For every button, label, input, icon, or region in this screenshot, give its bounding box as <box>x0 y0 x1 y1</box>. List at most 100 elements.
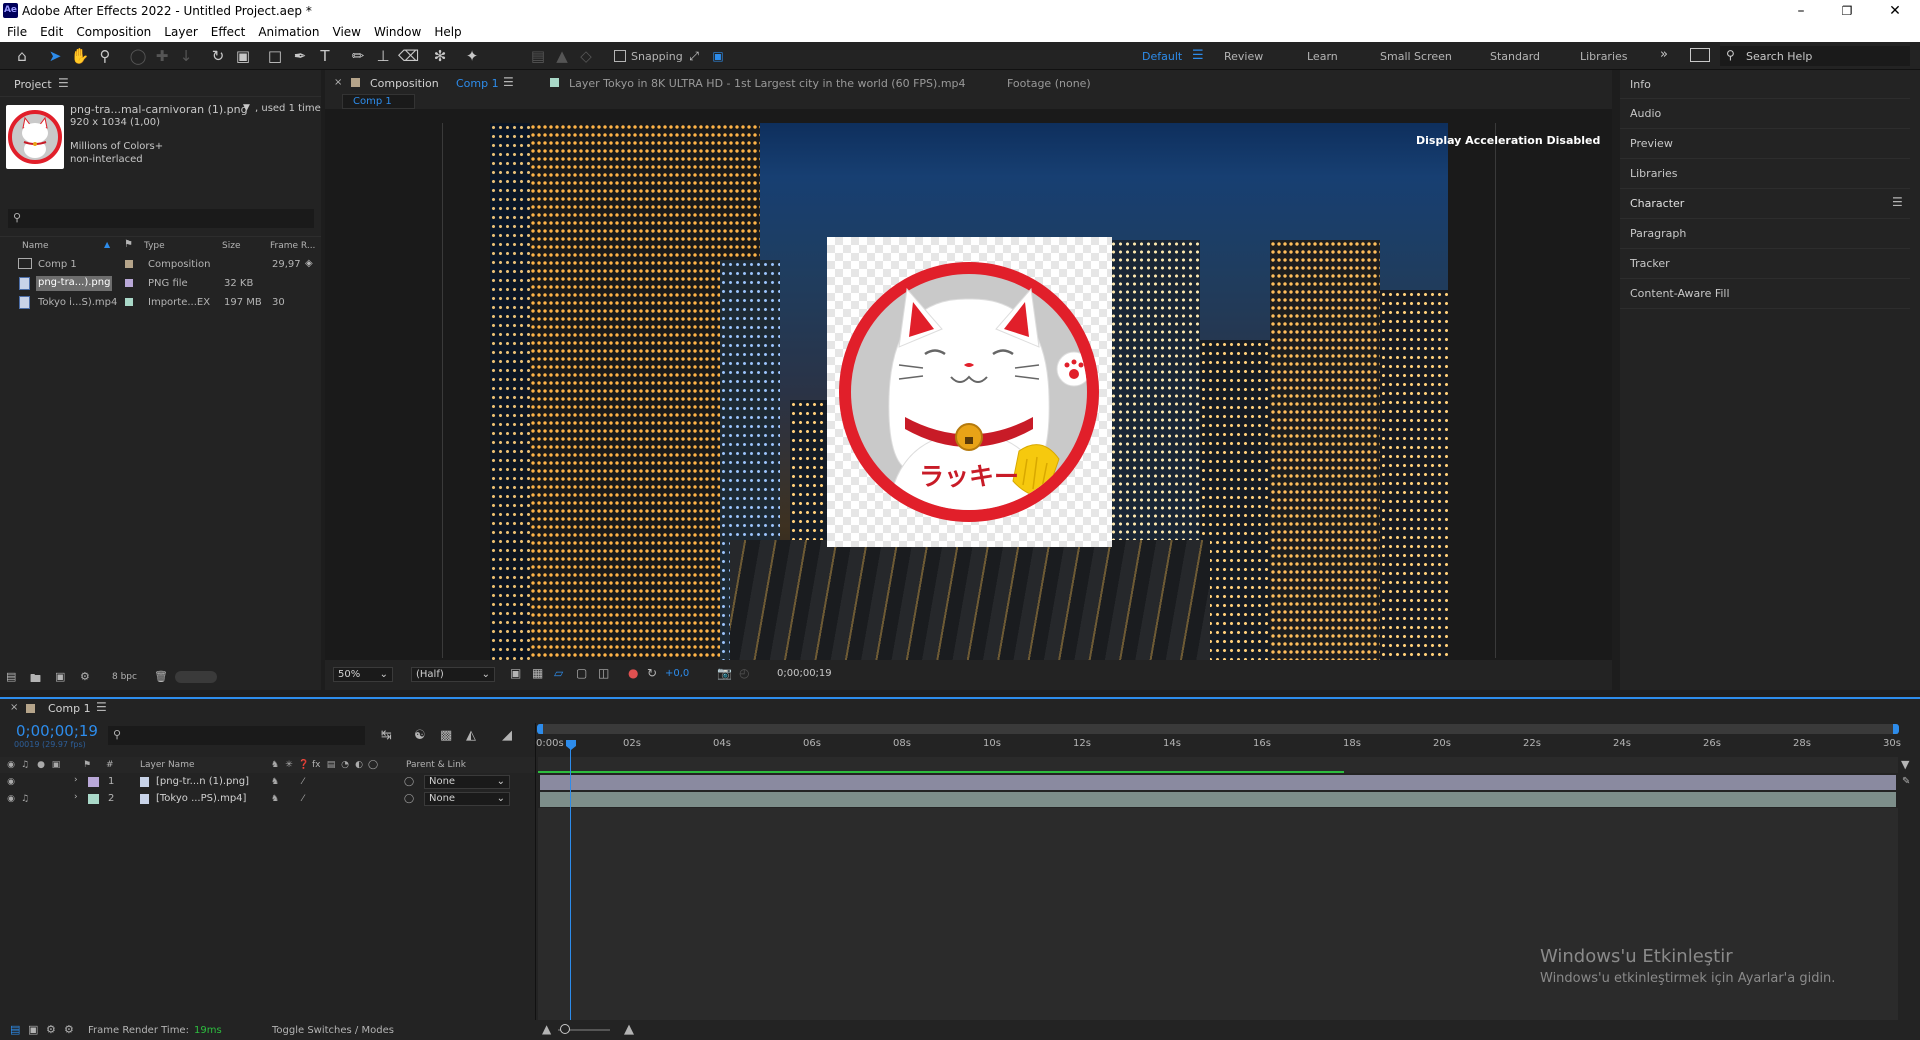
character-panel-tab[interactable]: Character <box>1630 197 1684 210</box>
frame-blend-switch-icon[interactable]: ▤ <box>326 760 336 770</box>
sort-ascending-icon[interactable]: ▲ <box>104 240 110 249</box>
label-column-icon[interactable]: ⚑ <box>82 760 92 770</box>
column-frame-rate[interactable]: Frame R... <box>270 241 315 251</box>
composition-tab-prefix[interactable]: Composition <box>370 77 439 90</box>
pan-camera-icon[interactable]: ✚ <box>152 46 172 66</box>
timeline-zoom-slider[interactable] <box>560 1024 570 1034</box>
render-time-icon[interactable]: ⚙ <box>64 1023 74 1036</box>
pick-whip-icon[interactable]: ◯ <box>404 777 414 787</box>
puppet-pin-icon[interactable]: ✦ <box>462 46 482 66</box>
adjustment-switch-icon[interactable]: ◐ <box>354 760 364 770</box>
info-panel-tab[interactable]: Info <box>1630 78 1651 91</box>
orbit-camera-icon[interactable]: ◯ <box>128 46 148 66</box>
empty-track-area[interactable] <box>538 808 1898 1020</box>
quality-icon[interactable]: ⁄ <box>298 794 308 804</box>
panel-menu-icon[interactable]: ☰ <box>1892 195 1903 209</box>
layer-row[interactable]: ◉ ♫ › 2 [Tokyo ...PS).mp4] ♞ ⁄ ◯ None ⌄ <box>0 791 535 807</box>
layer-viewer-tab[interactable]: Layer Tokyo in 8K ULTRA HD - 1st Largest… <box>569 77 966 90</box>
pick-whip-icon[interactable]: ◯ <box>404 794 414 804</box>
in-out-stretch-icon[interactable]: ⚙ <box>46 1023 56 1036</box>
project-search-input[interactable]: ⚲ <box>8 209 314 228</box>
hand-tool-icon[interactable]: ✋ <box>70 46 90 66</box>
interpret-footage-icon[interactable]: ▤ <box>6 670 16 683</box>
frame-blending-icon[interactable]: ◭ <box>466 728 476 743</box>
restore-icon[interactable]: ❐ <box>1824 0 1870 22</box>
minimize-icon[interactable]: – <box>1778 0 1824 22</box>
viewer-timecode[interactable]: 0;00;00;19 <box>777 668 832 679</box>
workspace-menu-icon[interactable]: ☰ <box>1192 48 1204 63</box>
lucky-cat-layer[interactable]: ラッキー <box>827 237 1112 547</box>
shy-icon[interactable]: ♞ <box>270 777 280 787</box>
work-area-start-handle[interactable] <box>537 724 543 734</box>
menu-help[interactable]: Help <box>427 22 467 39</box>
roto-brush-icon[interactable]: ✻ <box>430 46 450 66</box>
menu-view[interactable]: View <box>326 22 367 39</box>
new-composition-icon[interactable]: ▣ <box>55 670 65 683</box>
column-size[interactable]: Size <box>222 241 240 251</box>
column-name[interactable]: Name <box>22 241 49 251</box>
toggle-switches-modes[interactable]: Toggle Switches / Modes <box>272 1025 394 1036</box>
shy-icon[interactable]: ♞ <box>270 794 280 804</box>
workspace-learn[interactable]: Learn <box>1307 50 1338 63</box>
layer-name-header[interactable]: Layer Name <box>140 760 195 770</box>
preview-panel-tab[interactable]: Preview <box>1630 137 1673 150</box>
eye-icon[interactable]: ◉ <box>6 794 16 804</box>
label-swatch[interactable] <box>125 279 133 287</box>
label-swatch[interactable] <box>125 298 133 306</box>
pen-tool-icon[interactable]: ✒ <box>290 46 310 66</box>
usage-dropdown-icon[interactable]: ▼ <box>243 103 250 113</box>
workspace-standard[interactable]: Standard <box>1490 50 1540 63</box>
color-depth[interactable]: 8 bpc <box>112 672 137 682</box>
workspace-review[interactable]: Review <box>1224 50 1263 63</box>
zoom-dropdown[interactable]: 50% ⌄ <box>333 667 393 682</box>
rotation-tool-icon[interactable]: ↻ <box>208 46 228 66</box>
snap-features-icon[interactable]: ▣ <box>708 46 728 66</box>
sync-settings-icon[interactable] <box>1690 48 1710 62</box>
layer-label-swatch[interactable] <box>88 777 99 787</box>
draft-3d-icon[interactable]: ☯ <box>414 728 426 743</box>
layer-name[interactable]: [png-tr...n (1).png] <box>156 776 249 787</box>
solo-icon[interactable]: ● <box>36 760 46 770</box>
work-area-bar[interactable] <box>538 724 1898 734</box>
menu-window[interactable]: Window <box>367 22 427 39</box>
layer-name[interactable]: [Tokyo ...PS).mp4] <box>156 793 246 804</box>
resolution-dropdown[interactable]: (Half) ⌄ <box>411 667 495 682</box>
type-tool-icon[interactable]: T <box>315 46 335 66</box>
zoom-out-icon[interactable]: ▲ <box>542 1022 551 1036</box>
axis-world-icon[interactable]: ▲ <box>552 46 572 66</box>
panel-menu-icon[interactable]: ☰ <box>58 76 69 90</box>
snapshot-icon[interactable]: 📷 <box>717 666 732 680</box>
axis-local-icon[interactable]: ▤ <box>528 46 548 66</box>
fast-previews-icon[interactable]: ▣ <box>510 666 521 680</box>
search-help-field[interactable]: ⚲ Search Help <box>1720 46 1910 66</box>
shy-switch-icon[interactable]: ♞ <box>270 760 280 770</box>
paragraph-panel-tab[interactable]: Paragraph <box>1630 227 1686 240</box>
content-aware-fill-panel-tab[interactable]: Content-Aware Fill <box>1630 287 1730 300</box>
clone-stamp-icon[interactable]: ⊥ <box>373 46 393 66</box>
expand-arrow-icon[interactable]: › <box>74 775 78 785</box>
workspace-overflow-icon[interactable]: » <box>1660 47 1668 62</box>
new-folder-icon[interactable]: 🖿 <box>30 670 41 689</box>
flowchart-icon[interactable]: ◈ <box>305 258 313 269</box>
show-snapshot-icon[interactable]: ◴ <box>739 666 749 680</box>
expand-arrow-icon[interactable]: › <box>74 792 78 802</box>
close-icon[interactable]: ✕ <box>1872 0 1918 22</box>
brainstorm-icon[interactable]: ✎ <box>1902 776 1910 787</box>
transparency-grid-icon[interactable]: ▦ <box>532 666 543 680</box>
project-item-png[interactable]: png-tra...).png PNG file 32 KB <box>0 275 321 293</box>
collapse-switch-icon[interactable]: ✳ <box>284 760 294 770</box>
workspace-libraries[interactable]: Libraries <box>1580 50 1628 63</box>
workspace-default[interactable]: Default <box>1142 50 1182 63</box>
project-panel-title[interactable]: Project <box>14 78 52 91</box>
menu-layer[interactable]: Layer <box>157 22 203 39</box>
transfer-controls-icon[interactable]: ▣ <box>28 1023 38 1036</box>
comp-end-icon[interactable]: ▼ <box>1901 758 1909 771</box>
3d-switch-icon[interactable]: ◯ <box>368 760 378 770</box>
delete-icon[interactable]: 🗑 <box>154 670 168 683</box>
mask-visibility-icon[interactable]: ▱ <box>554 666 563 680</box>
dolly-camera-icon[interactable]: ↓ <box>176 46 196 66</box>
pan-behind-icon[interactable]: ▣ <box>233 46 253 66</box>
axis-view-icon[interactable]: ◇ <box>576 46 596 66</box>
project-settings-icon[interactable]: ⚙ <box>80 670 90 683</box>
lock-icon[interactable]: ▣ <box>51 760 61 770</box>
